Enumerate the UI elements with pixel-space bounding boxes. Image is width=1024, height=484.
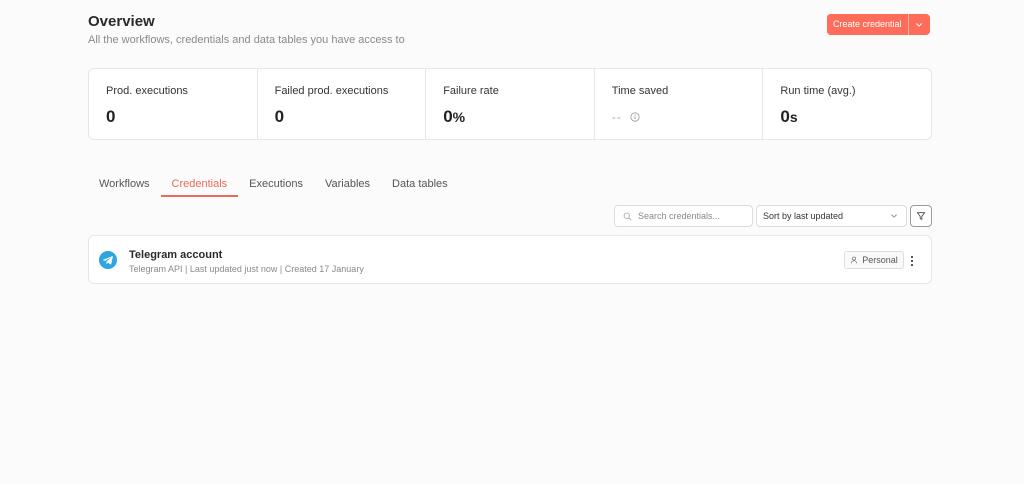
stat-label: Failure rate [443,85,499,97]
stat-failed-prod-executions[interactable]: Failed prod. executions 0 [258,69,427,139]
sort-label: Sort by last updated [763,211,844,221]
sort-select[interactable]: Sort by last updated [756,205,907,227]
filter-icon [916,212,926,220]
user-icon [851,256,858,264]
stat-label: Run time (avg.) [780,85,856,97]
info-icon[interactable] [630,112,640,122]
create-credential-button[interactable]: Create credential [827,14,908,35]
chevron-down-icon [916,22,922,27]
tab-credentials[interactable]: Credentials [160,176,239,197]
filter-button[interactable] [910,205,932,227]
tab-workflows[interactable]: Workflows [88,176,161,197]
more-actions-button[interactable] [906,253,918,269]
stat-label: Failed prod. executions [274,85,389,97]
credential-card[interactable]: Telegram account Telegram API | Last upd… [88,235,932,284]
stat-prod-executions[interactable]: Prod. executions 0 [89,69,258,139]
stat-failure-rate[interactable]: Failure rate 0% [426,69,595,139]
stat-value: 0% [443,107,466,126]
create-options-button[interactable] [907,14,930,35]
create-credential-split-button: Create credential [827,14,930,35]
overview-tabs: Workflows Credentials Executions Variabl… [88,176,459,198]
page-header: Overview All the workflows, credentials … [88,12,405,47]
credential-name: Telegram account [129,249,223,261]
stat-run-time[interactable]: Run time (avg.) 0s [763,69,931,139]
page-title: Overview [88,13,155,30]
credential-meta: Telegram API | Last updated just now | C… [129,264,364,274]
telegram-icon [99,251,117,269]
stat-value: 0 [274,107,285,126]
search-icon [623,212,632,221]
owner-label: Personal [862,255,898,265]
stat-label: Prod. executions [106,85,188,97]
owner-badge: Personal [844,251,904,269]
stat-value: 0 [106,107,116,126]
overview-page: Overview All the workflows, credentials … [0,0,1024,484]
stat-value: 0s [780,107,798,126]
tab-executions[interactable]: Executions [238,176,314,197]
time-saved-placeholder: -- [611,110,622,124]
chevron-down-icon [891,214,897,218]
more-vertical-icon [910,255,914,267]
stat-value: -- [612,107,763,127]
search-box [614,205,753,227]
tab-data-tables[interactable]: Data tables [381,176,459,197]
page-subtitle: All the workflows, credentials and data … [88,34,405,46]
tab-variables[interactable]: Variables [314,176,381,197]
stat-label: Time saved [611,85,669,97]
search-credentials-input[interactable] [638,211,748,221]
stat-time-saved[interactable]: Time saved -- [595,69,764,139]
insights-summary: Prod. executions 0 Failed prod. executio… [88,68,932,140]
